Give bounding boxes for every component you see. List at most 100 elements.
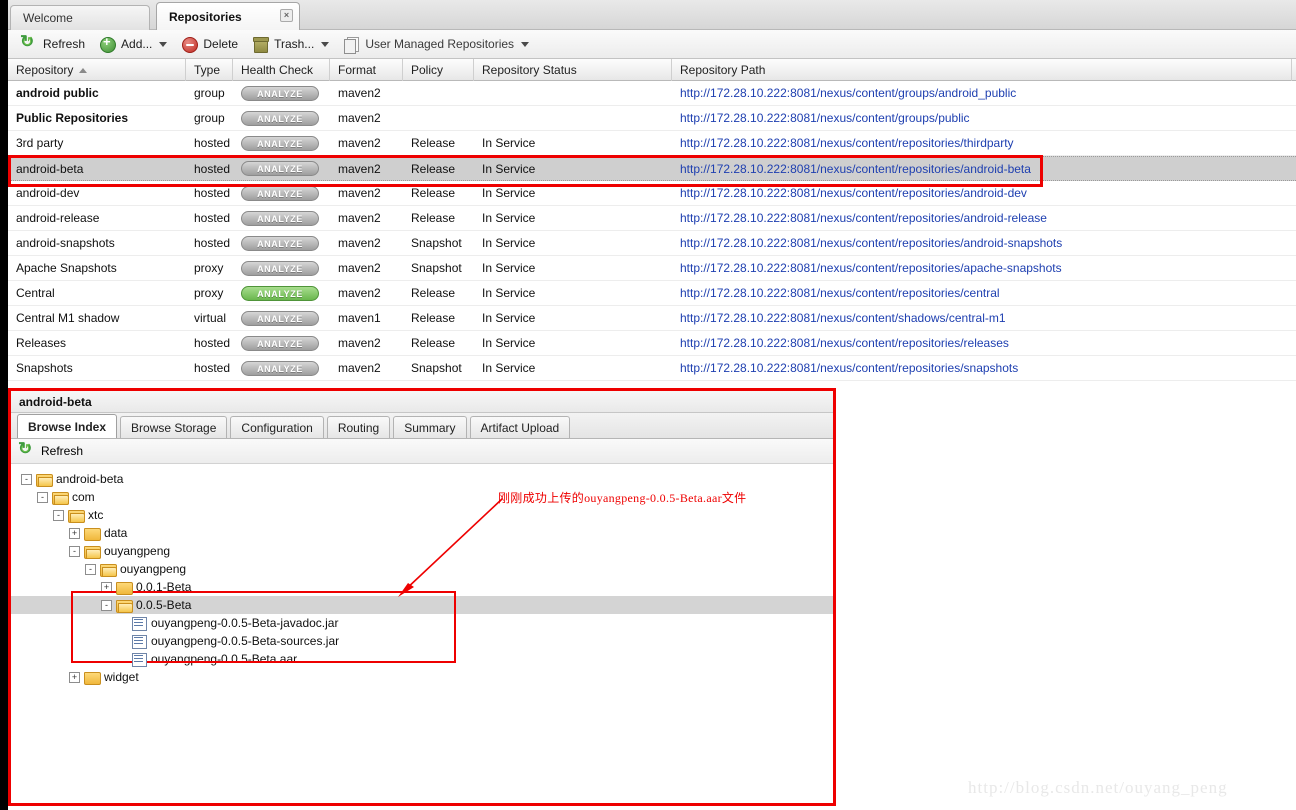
collapse-icon[interactable]: - — [37, 491, 48, 503]
grid-column-header[interactable]: Format — [330, 59, 403, 81]
chevron-down-icon[interactable] — [521, 41, 530, 47]
tree-node[interactable]: ouyangpeng-0.0.5-Beta-javadoc.jar — [11, 614, 833, 632]
tree-node[interactable]: - ouyangpeng — [11, 542, 833, 560]
add-button[interactable]: Add... — [92, 32, 174, 56]
repository-path-link[interactable]: http://172.28.10.222:8081/nexus/content/… — [680, 111, 970, 125]
cell-format: maven1 — [338, 311, 381, 325]
cell-health-check: ANALYZE — [233, 281, 330, 306]
collapse-icon[interactable]: - — [53, 509, 64, 521]
close-icon[interactable]: × — [280, 9, 293, 22]
table-row[interactable]: Snapshots hosted ANALYZE maven2 Snapshot In S… — [8, 356, 1296, 381]
panel-tab-summary[interactable]: Summary — [393, 416, 467, 438]
table-row[interactable]: android-dev hosted ANALYZE maven2 Release In … — [8, 181, 1296, 206]
cell-format: maven2 — [338, 336, 381, 350]
grid-column-header[interactable]: Policy — [403, 59, 474, 81]
analyze-button[interactable]: ANALYZE — [241, 260, 319, 276]
analyze-button[interactable]: ANALYZE — [241, 285, 319, 301]
trash-button[interactable]: Trash... — [245, 32, 336, 56]
cell-policy: Release — [411, 186, 456, 200]
tree-node[interactable]: + widget — [11, 668, 833, 686]
repository-path-link[interactable]: http://172.28.10.222:8081/nexus/content/… — [680, 311, 1006, 325]
cell-repository: Releases — [16, 336, 67, 350]
cell-health-check: ANALYZE — [233, 106, 330, 131]
tree-node-label: widget — [104, 670, 139, 684]
grid-column-header[interactable]: Health Check — [233, 59, 330, 81]
tree-node[interactable]: +0.0.1-Beta — [11, 578, 833, 596]
table-row[interactable]: Central M1 shadow virtual ANALYZE maven1 Rel… — [8, 306, 1296, 331]
repository-path-link[interactable]: http://172.28.10.222:8081/nexus/content/… — [680, 286, 1000, 300]
collapse-icon[interactable]: - — [21, 473, 32, 485]
repository-path-link[interactable]: http://172.28.10.222:8081/nexus/content/… — [680, 236, 1062, 250]
table-row[interactable]: android-beta hosted ANALYZE maven2 Release In… — [8, 156, 1296, 181]
cell-policy: Release — [411, 136, 456, 150]
analyze-button[interactable]: ANALYZE — [241, 210, 319, 226]
tree-node[interactable]: - xtc — [11, 506, 833, 524]
repository-path-link[interactable]: http://172.28.10.222:8081/nexus/content/… — [680, 186, 1027, 200]
collapse-icon[interactable]: - — [85, 563, 96, 575]
chevron-down-icon[interactable] — [321, 41, 330, 47]
table-row[interactable]: Public Repositories group ANALYZE maven2 htt… — [8, 106, 1296, 131]
grid-column-header[interactable]: Type — [186, 59, 233, 81]
table-row[interactable]: 3rd party hosted ANALYZE maven2 Release In Se… — [8, 131, 1296, 156]
repository-filter-button[interactable]: User Managed Repositories — [336, 32, 536, 56]
repository-path-link[interactable]: http://172.28.10.222:8081/nexus/content/… — [680, 336, 1009, 350]
collapse-icon[interactable]: - — [69, 545, 80, 557]
cell-policy — [403, 106, 474, 131]
collapse-icon[interactable]: - — [101, 599, 112, 611]
table-row[interactable]: Central proxy ANALYZE maven2 Release In Servi… — [8, 281, 1296, 306]
watermark: http://blog.csdn.net/ouyang_peng — [968, 778, 1228, 797]
grid-column-header[interactable]: Repository — [8, 59, 186, 81]
analyze-button[interactable]: ANALYZE — [241, 85, 319, 101]
refresh-button[interactable]: Refresh — [14, 32, 92, 56]
delete-button[interactable]: Delete — [174, 32, 245, 56]
cell-policy: Release — [411, 286, 456, 300]
table-row[interactable]: android-release hosted ANALYZE maven2 Releas… — [8, 206, 1296, 231]
analyze-button[interactable]: ANALYZE — [241, 185, 319, 201]
toolbar: Refresh Add... Delete Trash... User Mana… — [8, 30, 1296, 59]
cell-type: proxy — [194, 261, 224, 275]
repository-path-link[interactable]: http://172.28.10.222:8081/nexus/content/… — [680, 361, 1018, 375]
repository-path-link[interactable]: http://172.28.10.222:8081/nexus/content/… — [680, 86, 1016, 100]
tree-node[interactable]: ouyangpeng-0.0.5-Beta-sources.jar — [11, 632, 833, 650]
grid-column-header[interactable]: Repository Path — [672, 59, 1292, 81]
tree-node[interactable]: - 0.0.5-Beta — [11, 596, 833, 614]
grid-column-header[interactable]: Repository Status — [474, 59, 672, 81]
table-row[interactable]: android public group ANALYZE maven2 http://1… — [8, 81, 1296, 106]
panel-tab-browse-storage[interactable]: Browse Storage — [120, 416, 228, 438]
repository-path-link[interactable]: http://172.28.10.222:8081/nexus/content/… — [680, 261, 1062, 275]
panel-tab-routing[interactable]: Routing — [326, 416, 391, 438]
panel-tab-artifact-upload[interactable]: Artifact Upload — [469, 416, 571, 438]
tree-node[interactable]: ouyangpeng-0.0.5-Beta.aar — [11, 650, 833, 668]
analyze-button[interactable]: ANALYZE — [241, 135, 319, 151]
tree-node[interactable]: + data — [11, 524, 833, 542]
cell-type: hosted — [194, 236, 231, 250]
chevron-down-icon[interactable] — [159, 41, 168, 47]
tree-node[interactable]: - ouyangpeng — [11, 560, 833, 578]
repository-path-link[interactable]: http://172.28.10.222:8081/nexus/content/… — [680, 211, 1047, 225]
expand-icon[interactable]: + — [101, 581, 112, 593]
table-row[interactable]: android-snapshots hosted ANALYZE maven2 Snap… — [8, 231, 1296, 256]
tree-node-label: ouyangpeng-0.0.5-Beta-sources.jar — [151, 634, 340, 648]
panel-refresh-button[interactable]: Refresh — [11, 439, 833, 464]
analyze-button[interactable]: ANALYZE — [241, 335, 319, 351]
expand-icon[interactable]: + — [69, 527, 80, 539]
analyze-button[interactable]: ANALYZE — [241, 110, 319, 126]
file-icon — [132, 652, 147, 667]
table-row[interactable]: Releases hosted ANALYZE maven2 Release In Ser… — [8, 331, 1296, 356]
panel-tab-browse-index[interactable]: Browse Index — [17, 414, 118, 438]
table-row[interactable]: Apache Snapshots proxy ANALYZE maven2 Snapsh… — [8, 256, 1296, 281]
analyze-button[interactable]: ANALYZE — [241, 360, 319, 376]
cell-type: hosted — [194, 211, 231, 225]
analyze-button[interactable]: ANALYZE — [241, 310, 319, 326]
tab-welcome[interactable]: Welcome — [10, 5, 150, 30]
folder-open-icon — [116, 599, 133, 613]
repository-path-link[interactable]: http://172.28.10.222:8081/nexus/content/… — [680, 136, 1014, 150]
tree-node[interactable]: - android-beta — [11, 470, 833, 488]
analyze-button[interactable]: ANALYZE — [241, 161, 319, 176]
tab-repositories[interactable]: Repositories × — [156, 2, 300, 31]
panel-tab-configuration[interactable]: Configuration — [230, 416, 324, 438]
repository-path-link[interactable]: http://172.28.10.222:8081/nexus/content/… — [680, 162, 1031, 176]
cell-status: In Service — [482, 311, 536, 325]
expand-icon[interactable]: + — [69, 671, 80, 683]
analyze-button[interactable]: ANALYZE — [241, 235, 319, 251]
